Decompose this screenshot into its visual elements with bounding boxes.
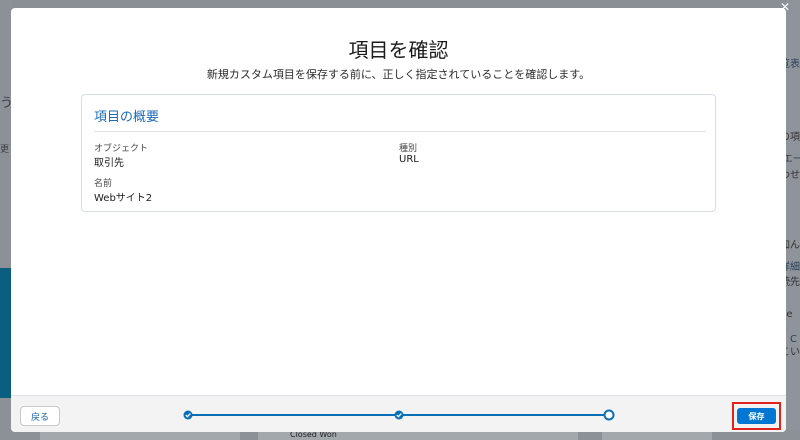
bg-fragment: 更: [0, 145, 10, 155]
save-highlight: 保存: [732, 402, 781, 430]
field-summary-card: 項目の概要 オブジェクト 取引先 種別 URL 名前 Webサイト2: [81, 94, 716, 212]
progress-indicator: [183, 409, 615, 421]
progress-step-1[interactable]: [183, 410, 193, 420]
progress-step-3-current[interactable]: [603, 409, 615, 421]
back-button[interactable]: 戻る: [20, 406, 60, 426]
type-label: 種別: [399, 144, 418, 154]
modal-title: 項目を確認: [348, 38, 449, 62]
card-divider: [94, 131, 706, 132]
object-label: オブジェクト: [94, 144, 149, 154]
review-field-modal: 項目を確認 新規カスタム項目を保存する前に、正しく指定されていることを確認します…: [11, 8, 786, 432]
card-title: 項目の概要: [94, 110, 160, 125]
save-button[interactable]: 保存: [737, 408, 776, 424]
name-value: Webサイト2: [94, 193, 153, 204]
bg-bottom-tile: [40, 431, 240, 440]
type-value: URL: [399, 154, 419, 165]
object-value: 取引先: [94, 158, 124, 169]
modal-subtitle: 新規カスタム項目を保存する前に、正しく指定されていることを確認します。: [206, 68, 591, 81]
name-label: 名前: [94, 179, 113, 189]
bg-bottom-tile: [602, 431, 712, 440]
modal-footer: 戻る 保存: [11, 395, 786, 432]
progress-step-2[interactable]: [394, 410, 404, 420]
